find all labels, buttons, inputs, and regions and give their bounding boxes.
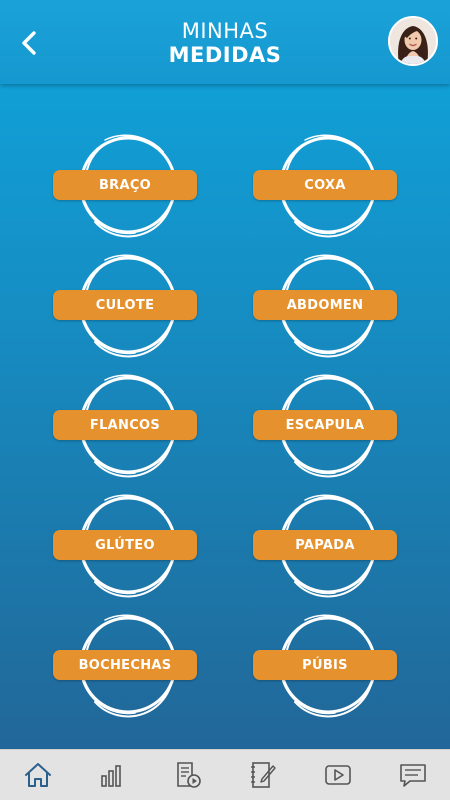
nav-stats-button[interactable] [91, 753, 135, 797]
measurement-escapula[interactable]: ESCAPULA [253, 370, 403, 480]
video-play-icon [324, 765, 351, 785]
measurement-label: PÚBIS [253, 650, 397, 680]
nav-notes-button[interactable] [241, 753, 285, 797]
measurement-papada[interactable]: PAPADA [253, 490, 403, 600]
measurement-label: PAPADA [253, 530, 397, 560]
measurement-label: COXA [253, 170, 397, 200]
measurement-pubis[interactable]: PÚBIS [253, 610, 403, 720]
user-avatar[interactable] [388, 16, 438, 66]
notebook-edit-icon [250, 762, 276, 788]
measurement-abdomen[interactable]: ABDOMEN [253, 250, 403, 360]
avatar-icon [390, 18, 436, 64]
measurements-grid: BRAÇO COXA CULOTE ABDOMEN FLANCOS ESCAPU… [0, 84, 450, 750]
measurement-label: CULOTE [53, 290, 197, 320]
measurement-label: FLANCOS [53, 410, 197, 440]
nav-videos-button[interactable] [316, 753, 360, 797]
measurement-label: BOCHECHAS [53, 650, 197, 680]
measurement-flancos[interactable]: FLANCOS [53, 370, 203, 480]
nav-chat-button[interactable] [391, 753, 435, 797]
app-header: MINHAS MEDIDAS [0, 0, 450, 84]
measurement-culote[interactable]: CULOTE [53, 250, 203, 360]
measurement-braco[interactable]: BRAÇO [53, 130, 203, 240]
nav-home-button[interactable] [16, 753, 60, 797]
document-video-icon [176, 762, 201, 788]
page-title: MINHAS MEDIDAS [0, 19, 450, 67]
bottom-nav [0, 749, 450, 800]
chat-icon [399, 764, 426, 787]
measurement-gluteo[interactable]: GLÚTEO [53, 490, 203, 600]
measurement-label: ESCAPULA [253, 410, 397, 440]
measurement-label: BRAÇO [53, 170, 197, 200]
page-title-line2: MEDIDAS [168, 43, 282, 67]
nav-content-button[interactable] [166, 753, 210, 797]
bar-chart-icon [100, 765, 121, 787]
measurement-label: ABDOMEN [253, 290, 397, 320]
screen: MINHAS MEDIDAS BRAÇO COXA CULOTE ABDOMEN… [0, 0, 450, 800]
measurement-label: GLÚTEO [53, 530, 197, 560]
measurement-bochechas[interactable]: BOCHECHAS [53, 610, 203, 720]
home-icon [24, 763, 51, 787]
measurement-coxa[interactable]: COXA [253, 130, 403, 240]
page-title-line1: MINHAS [181, 19, 269, 43]
